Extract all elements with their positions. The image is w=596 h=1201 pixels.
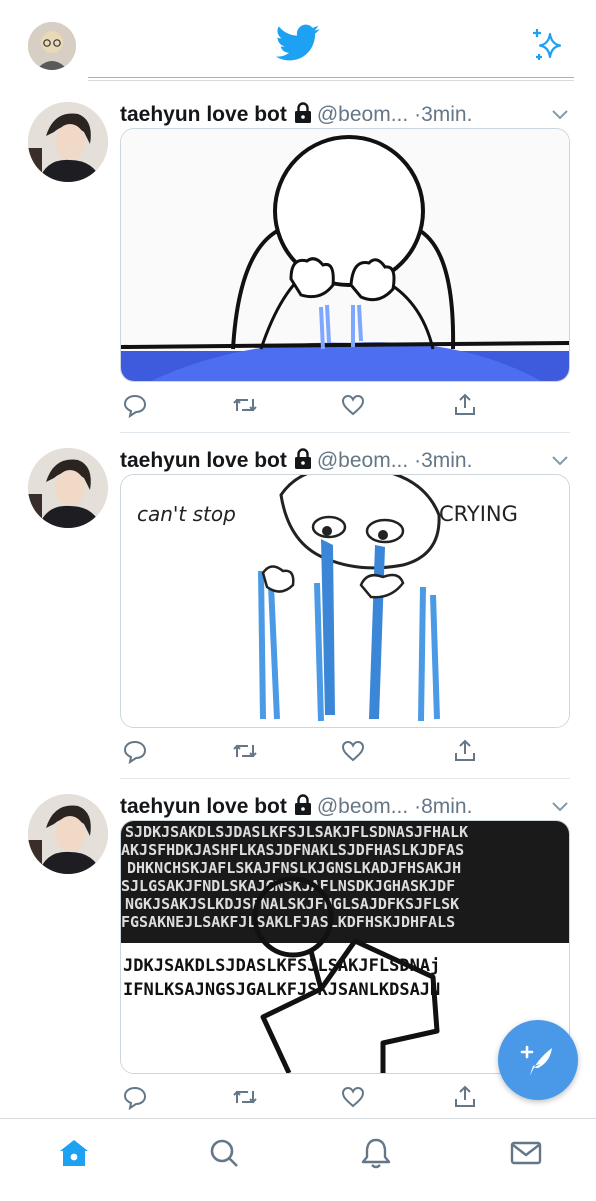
author-handle[interactable]: @beom... — [317, 795, 408, 818]
tweet-time[interactable]: 3min. — [421, 103, 472, 126]
share-icon[interactable] — [452, 738, 478, 764]
twitter-bird-icon[interactable] — [276, 24, 320, 62]
svg-text:AKJSFHDKJASHFLKASJDFNAKLSJDFHA: AKJSFHDKJASHFLKASJDFNAKLSJDFHASLKJDFAS — [121, 841, 464, 859]
profile-avatar[interactable] — [28, 22, 76, 70]
chevron-down-icon[interactable] — [550, 798, 570, 814]
tweet-divider — [120, 432, 570, 433]
tweet[interactable]: taehyun love bot @beom... ·8min. SJDKJSAK… — [0, 794, 596, 1140]
retweet-icon[interactable] — [232, 738, 258, 764]
tweet-media-image[interactable]: can't stop CRYING — [120, 474, 570, 728]
author-handle[interactable]: @beom... — [317, 449, 408, 472]
tweet-avatar[interactable] — [28, 794, 108, 874]
top-bar — [0, 0, 596, 81]
author-name[interactable]: taehyun love bot — [120, 449, 287, 472]
bottom-nav — [0, 1118, 596, 1201]
author-name[interactable]: taehyun love bot — [120, 795, 287, 818]
chevron-down-icon[interactable] — [550, 452, 570, 468]
separator-dot: · — [414, 103, 422, 126]
reply-icon[interactable] — [122, 1084, 148, 1110]
svg-text:DHKNCHSKJAFLSKAJFNSLKJGNSLKADJ: DHKNCHSKJAFLSKAJFNSLKJGNSLKADJFHSAKJH — [127, 859, 461, 877]
top-divider-secondary — [88, 80, 574, 81]
lock-icon — [294, 102, 311, 123]
svg-text:FGSAKNEJLSAKFJLSAKLFJASLKDFHSK: FGSAKNEJLSAKFJLSAKLFJASLKDFHSKJDHFALS — [121, 913, 455, 931]
svg-text:NGKJSAKJSLKDJSFNALSKJFHGLSAJDF: NGKJSAKJSLKDJSFNALSKJFHGLSAJDFKSJFLSK — [125, 895, 459, 913]
lock-icon — [294, 794, 311, 815]
sparkle-icon[interactable] — [528, 26, 568, 66]
author-handle[interactable]: @beom... — [317, 103, 408, 126]
separator-dot: · — [414, 795, 422, 818]
like-icon[interactable] — [340, 738, 366, 764]
reply-icon[interactable] — [122, 738, 148, 764]
tweet-avatar[interactable] — [28, 448, 108, 528]
compose-feather-icon — [520, 1045, 552, 1076]
lock-icon — [294, 448, 311, 469]
tweet-actions — [120, 1084, 568, 1114]
media-caption-left: can't stop — [137, 502, 236, 526]
tweet-actions — [120, 738, 568, 768]
author-name[interactable]: taehyun love bot — [120, 103, 287, 126]
tweet-divider — [120, 778, 570, 779]
media-text-line-2: IFNLKSAJNGSJGALKFJSKJSANLKDSAJN — [123, 980, 440, 1000]
messages-icon[interactable] — [508, 1135, 544, 1171]
separator-dot: · — [414, 449, 422, 472]
svg-text:SJDKJSAKDLSJDASLKFSJLSAKJFLSDN: SJDKJSAKDLSJDASLKFSJLSAKJFLSDNASJFHALK — [125, 823, 468, 841]
share-icon[interactable] — [452, 1084, 478, 1110]
compose-tweet-button[interactable] — [498, 1020, 578, 1100]
notifications-icon[interactable] — [358, 1135, 394, 1171]
tweet-avatar[interactable] — [28, 102, 108, 182]
tweet[interactable]: taehyun love bot @beom... ·3min. — [0, 102, 596, 448]
home-icon[interactable] — [56, 1135, 92, 1171]
tweet-time[interactable]: 3min. — [421, 449, 472, 472]
retweet-icon[interactable] — [232, 392, 258, 418]
like-icon[interactable] — [340, 392, 366, 418]
chevron-down-icon[interactable] — [550, 106, 570, 122]
search-icon[interactable] — [206, 1135, 242, 1171]
tweet-media-image[interactable]: SJDKJSAKDLSJDASLKFSJLSAKJFLSDNASJFHALK A… — [120, 820, 570, 1074]
reply-icon[interactable] — [122, 392, 148, 418]
tweet-media-image[interactable] — [120, 128, 570, 382]
like-icon[interactable] — [340, 1084, 366, 1110]
top-divider — [88, 77, 574, 78]
share-icon[interactable] — [452, 392, 478, 418]
tweet[interactable]: taehyun love bot @beom... ·3min. can't st… — [0, 448, 596, 794]
tweet-time[interactable]: 8min. — [421, 795, 472, 818]
media-caption-right: CRYING — [439, 502, 518, 526]
retweet-icon[interactable] — [232, 1084, 258, 1110]
tweet-actions — [120, 392, 568, 422]
